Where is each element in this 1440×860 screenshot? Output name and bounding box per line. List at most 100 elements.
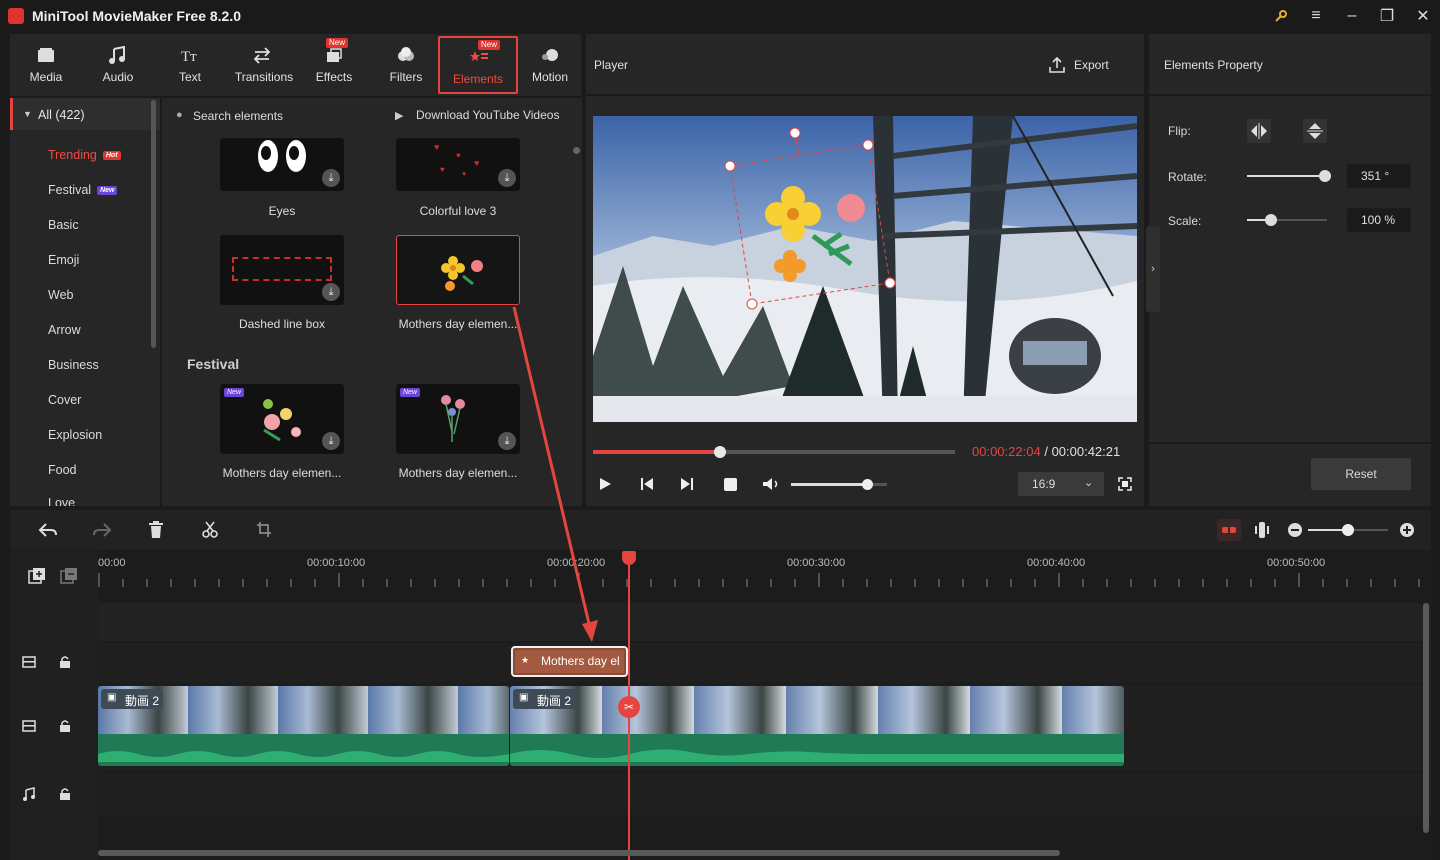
split-scissors-icon[interactable]: ✂ [618, 696, 640, 718]
rotate-slider-handle[interactable] [1319, 170, 1331, 182]
previous-frame-icon[interactable] [640, 477, 654, 491]
element-selection-box[interactable] [593, 116, 1137, 422]
audio-waveform [510, 734, 1124, 766]
category-business[interactable]: Business [48, 358, 99, 372]
scissors-icon[interactable] [202, 521, 218, 538]
scale-slider[interactable] [1247, 214, 1327, 226]
timeline-zoom-handle[interactable] [1342, 524, 1354, 536]
fullscreen-icon[interactable] [1118, 477, 1132, 491]
timeline-zoom-slider[interactable] [1308, 524, 1388, 536]
download-icon[interactable]: ⤓ [498, 432, 516, 450]
export-button[interactable]: Export [1048, 56, 1118, 74]
tab-media[interactable]: Media [10, 34, 82, 96]
video-preview[interactable] [593, 116, 1137, 422]
svg-text:♥: ♥ [440, 165, 445, 174]
playback-progress-bar[interactable] [593, 446, 955, 458]
export-label: Export [1074, 58, 1109, 72]
delete-icon[interactable] [148, 521, 164, 538]
flip-horizontal-button[interactable] [1247, 119, 1271, 143]
download-icon[interactable]: ⤓ [498, 169, 516, 187]
new-badge: New [224, 388, 245, 397]
playback-progress-handle[interactable] [714, 446, 726, 458]
category-basic[interactable]: Basic [48, 218, 79, 232]
element-clip-label: Mothers day el [541, 654, 620, 668]
category-food[interactable]: Food [48, 463, 77, 477]
menu-icon[interactable]: ≡ [1305, 6, 1327, 26]
volume-icon[interactable] [762, 477, 780, 491]
category-festival[interactable]: Festival New [48, 183, 118, 197]
element-mothers-day-3-thumb[interactable]: New ⤓ [396, 384, 520, 454]
timeline-toolbar [10, 510, 1431, 550]
video-clip-2[interactable]: ▣ 動画 2 [510, 686, 1124, 766]
tab-text[interactable]: Tт Text [154, 34, 226, 96]
zoom-in-icon[interactable] [1399, 522, 1415, 538]
remove-track-icon[interactable] [60, 567, 78, 585]
category-scrollbar[interactable] [151, 100, 156, 348]
rotate-slider[interactable] [1247, 170, 1331, 182]
category-trending[interactable]: Trending Hot [48, 148, 121, 162]
redo-icon[interactable] [92, 522, 112, 538]
film-icon [22, 656, 36, 668]
volume-slider[interactable] [791, 479, 887, 490]
ruler-ticks [98, 573, 1420, 587]
element-mothers-day-thumb[interactable] [396, 235, 520, 305]
timeline-area: 00:00 00:00:10:00 00:00:20:00 00:00:30:0… [10, 551, 1431, 860]
minimize-icon[interactable]: – [1341, 6, 1363, 26]
collapse-panel-icon[interactable]: › [1146, 226, 1160, 312]
category-web[interactable]: Web [48, 288, 73, 302]
tab-filters[interactable]: Filters [370, 34, 442, 96]
download-icon[interactable]: ⤓ [322, 432, 340, 450]
add-track-icon[interactable] [28, 567, 46, 585]
stop-icon[interactable] [724, 478, 737, 491]
svg-text:♥: ♥ [434, 142, 439, 152]
maximize-icon[interactable]: ❐ [1376, 6, 1398, 26]
crop-icon[interactable] [256, 521, 272, 538]
category-panel: ▼ All (422) Trending Hot Festival New Basi… [10, 98, 160, 506]
split-audio-icon[interactable] [1254, 521, 1270, 539]
category-all[interactable]: ▼ All (422) [10, 98, 160, 130]
close-icon[interactable]: ✕ [1412, 6, 1434, 26]
aspect-ratio-select[interactable]: 16:9 ⌄ [1018, 472, 1104, 496]
snap-toggle[interactable] [1217, 519, 1241, 541]
flip-vertical-icon [1307, 123, 1323, 139]
zoom-out-icon[interactable] [1287, 522, 1303, 538]
tab-elements[interactable]: New Elements [438, 36, 518, 94]
download-youtube-link[interactable]: Download YouTube Videos [416, 108, 559, 122]
rotate-input[interactable]: 351 ° [1347, 164, 1411, 188]
undo-icon[interactable] [38, 522, 58, 538]
element-eyes-thumb[interactable]: ⤓ [220, 138, 344, 191]
element-colorful-love-thumb[interactable]: ♥ ♥ ♥ ♥ ♥ ⤓ [396, 138, 520, 191]
download-icon[interactable]: ⤓ [322, 169, 340, 187]
key-icon[interactable] [1270, 6, 1292, 26]
tab-audio[interactable]: Audio [82, 34, 154, 96]
video-clip-1[interactable]: ▣ 動画 2 [98, 686, 509, 766]
category-love[interactable]: Love [48, 496, 75, 506]
volume-slider-handle[interactable] [862, 479, 873, 490]
element-mothers-day-2-thumb[interactable]: New ⤓ [220, 384, 344, 454]
next-frame-icon[interactable] [680, 477, 694, 491]
play-icon[interactable] [598, 477, 612, 491]
timeline-horizontal-scrollbar[interactable] [98, 850, 1060, 856]
timeline-ruler[interactable]: 00:00 00:00:10:00 00:00:20:00 00:00:30:0… [98, 551, 1431, 601]
element-dashed-box-thumb[interactable]: ⤓ [220, 235, 344, 305]
category-emoji[interactable]: Emoji [48, 253, 79, 267]
category-explosion[interactable]: Explosion [48, 428, 102, 442]
category-arrow[interactable]: Arrow [48, 323, 81, 337]
category-cover[interactable]: Cover [48, 393, 81, 407]
scale-slider-handle[interactable] [1265, 214, 1277, 226]
tab-transitions[interactable]: Transitions [226, 34, 302, 96]
lock-icon[interactable] [59, 719, 71, 733]
tab-motion[interactable]: Motion [514, 34, 586, 96]
element-clip[interactable]: ★ Mothers day el [511, 646, 628, 677]
scale-input[interactable]: 100 % [1347, 208, 1411, 232]
search-input[interactable]: Search elements [193, 109, 283, 123]
tab-effects[interactable]: New Effects [298, 34, 370, 96]
elements-scroll-indicator[interactable] [573, 147, 580, 154]
download-icon[interactable]: ⤓ [322, 283, 340, 301]
flip-vertical-button[interactable] [1303, 119, 1327, 143]
lock-icon[interactable] [59, 787, 71, 801]
timeline-vertical-scrollbar[interactable] [1423, 603, 1429, 833]
tab-text-label: Text [178, 70, 201, 84]
lock-icon[interactable] [59, 655, 71, 669]
reset-button[interactable]: Reset [1311, 458, 1411, 490]
